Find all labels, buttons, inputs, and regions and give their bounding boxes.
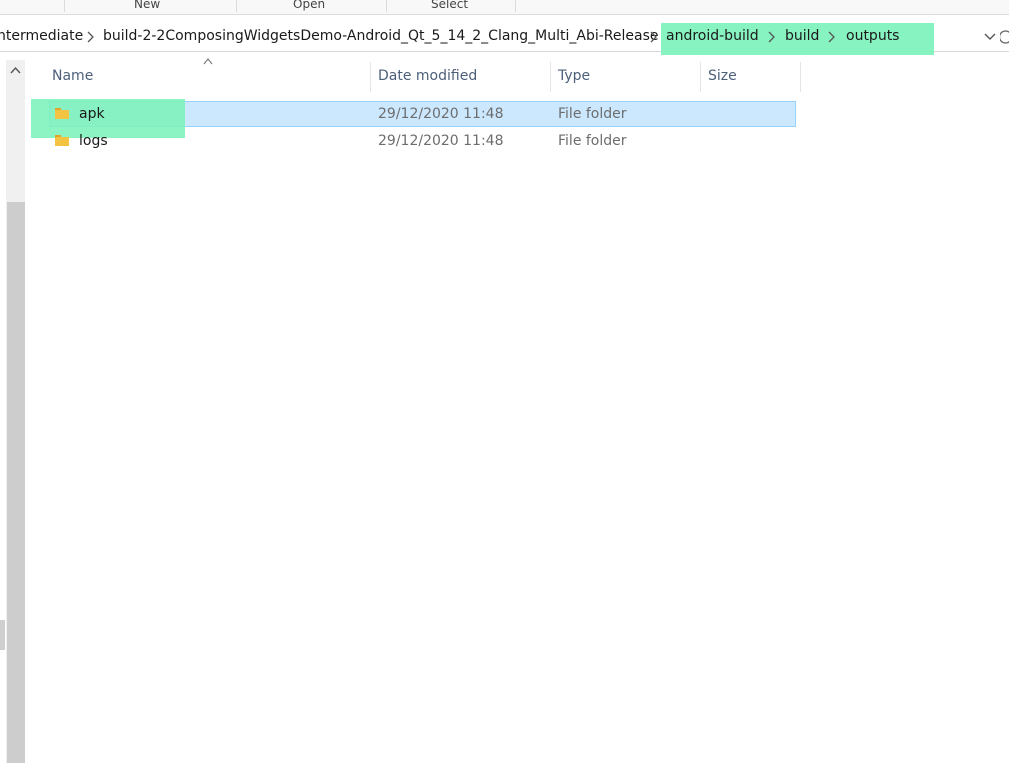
file-name-apk[interactable]: apk [79,106,105,122]
breadcrumb-outputs[interactable]: outputs [846,28,899,44]
file-date-logs: 29/12/2020 11:48 [378,133,504,149]
breadcrumb-build[interactable]: build [785,28,819,44]
file-type-logs: File folder [558,133,627,149]
scrollbar-thumb[interactable] [7,202,25,763]
ribbon-group-labels: New Open Select [0,0,1009,15]
chevron-right-icon[interactable] [767,31,776,43]
folder-icon [55,108,69,119]
column-divider[interactable] [550,62,551,92]
chevron-right-icon[interactable] [827,31,836,43]
file-date-apk: 29/12/2020 11:48 [378,106,504,122]
ribbon-group-select: Select [431,0,469,11]
breadcrumb-android-build[interactable]: android-build [666,28,759,44]
file-explorer-window: New Open Select ntermediate build-2-2Com… [0,0,1009,763]
ribbon-divider [515,0,516,12]
chevron-down-icon[interactable] [983,31,997,43]
chevron-right-icon[interactable] [649,31,658,43]
column-header-type[interactable]: Type [558,68,590,84]
breadcrumb-build-folder[interactable]: build-2-2ComposingWidgetsDemo-Android_Qt… [103,28,659,44]
column-divider[interactable] [370,62,371,92]
nav-pane-edge [0,620,5,650]
chevron-right-icon[interactable] [86,31,95,43]
nav-pane-scrollbar[interactable] [6,60,25,763]
scroll-up-icon[interactable] [10,66,21,74]
column-header-name[interactable]: Name [52,68,93,84]
breadcrumb-intermediate[interactable]: ntermediate [0,28,83,44]
ribbon-divider [236,0,237,12]
ribbon-divider [386,0,387,12]
ribbon-group-new: New [134,0,161,11]
column-divider[interactable] [800,62,801,92]
address-bar[interactable]: ntermediate build-2-2ComposingWidgetsDem… [0,23,1009,55]
refresh-icon[interactable] [1000,29,1009,45]
folder-icon [55,135,69,146]
column-header-date-modified[interactable]: Date modified [378,68,477,84]
ribbon-group-open: Open [293,0,326,11]
column-header-size[interactable]: Size [708,68,737,84]
file-name-logs[interactable]: logs [79,133,108,149]
ribbon-divider [64,0,65,12]
sort-ascending-icon [203,58,213,65]
column-divider[interactable] [700,62,701,92]
file-type-apk: File folder [558,106,627,122]
